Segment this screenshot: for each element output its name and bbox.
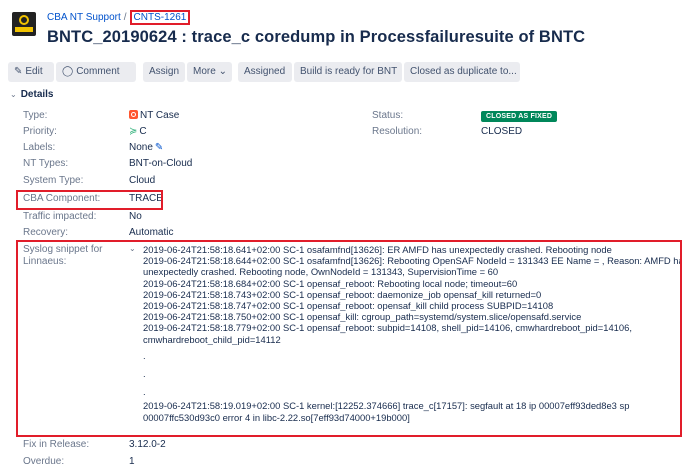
resolution-label: Resolution:	[372, 126, 423, 137]
recovery-value: Automatic	[129, 227, 174, 238]
chevron-down-icon: ⌄	[218, 66, 227, 77]
priority-value-text: C	[139, 126, 147, 137]
nt-case-type-icon	[129, 110, 138, 119]
comment-button-label: Comment	[76, 66, 120, 77]
breadcrumb-issue-key-link[interactable]: CNTS-1261	[129, 10, 191, 25]
details-heading: Details	[20, 89, 54, 100]
syslog-line: 2019-06-24T21:58:18.747+02:00 SC-1 opens…	[143, 300, 554, 312]
traffic-impacted-label: Traffic impacted:	[23, 211, 97, 222]
type-value: NT Case	[129, 110, 179, 121]
syslog-snippet: 2019-06-24T21:58:18.641+02:00 SC-1 osafa…	[143, 244, 682, 423]
nt-types-value: BNT-on-Cloud	[129, 158, 193, 169]
syslog-ellipsis-dot: .	[143, 386, 146, 398]
priority-label: Priority:	[23, 126, 57, 137]
type-value-text: NT Case	[140, 110, 180, 121]
resolution-value: CLOSED	[481, 126, 523, 137]
syslog-line: 2019-06-24T21:58:18.743+02:00 SC-1 opens…	[143, 288, 542, 300]
labels-value-text: None	[129, 142, 153, 153]
syslog-line: cmwhardreboot_child_pid=14112	[143, 333, 281, 345]
syslog-line: 2019-06-24T21:58:18.779+02:00 SC-1 opens…	[143, 322, 632, 334]
syslog-line: 2019-06-24T21:58:18.641+02:00 SC-1 osafa…	[143, 244, 612, 255]
issue-header: CBA NT Support / CNTS-1261 BNTC_20190624 :…	[0, 0, 682, 56]
syslog-ellipsis-dot: .	[143, 349, 146, 361]
comment-icon: ◯	[62, 66, 74, 77]
fix-in-release-value: 3.12.0-2	[129, 439, 166, 450]
syslog-line: 2019-06-24T21:58:18.644+02:00 SC-1 osafa…	[143, 255, 682, 267]
breadcrumb: CBA NT Support / CNTS-1261	[47, 10, 191, 25]
issue-title: BNTC_20190624 : trace_c coredump in Proc…	[47, 28, 586, 46]
cba-component-value: TRACE	[129, 193, 163, 204]
overdue-label: Overdue:	[23, 456, 65, 467]
pencil-icon: ✎	[14, 66, 23, 77]
syslog-collapse-icon[interactable]: ⌄	[129, 244, 136, 253]
more-button[interactable]: More ⌄	[187, 62, 232, 82]
status-label: Status:	[372, 110, 404, 121]
syslog-label-line1: Syslog snippet for	[23, 244, 103, 255]
build-ready-transition-button[interactable]: Build is ready for BNT	[294, 62, 402, 82]
details-section-toggle[interactable]: ⌄ Details	[10, 89, 54, 100]
edit-button[interactable]: ✎ Edit	[8, 62, 54, 82]
chevron-down-icon: ⌄	[10, 90, 17, 99]
breadcrumb-separator: /	[123, 12, 127, 23]
fix-in-release-label: Fix in Release:	[23, 439, 90, 450]
syslog-label-line2: Linnaeus:	[23, 256, 67, 267]
cba-component-label: CBA Component:	[23, 193, 101, 204]
pencil-edit-icon[interactable]: ✎	[155, 142, 163, 153]
overdue-value: 1	[129, 456, 135, 467]
system-type-value: Cloud	[129, 175, 156, 186]
type-label: Type:	[23, 110, 48, 121]
more-button-label: More	[193, 66, 216, 77]
syslog-line: unexpectedly crashed. Rebooting node, Ow…	[143, 266, 499, 278]
syslog-ellipsis-dot: .	[143, 368, 146, 380]
traffic-impacted-value: No	[129, 211, 142, 222]
closed-duplicate-transition-button[interactable]: Closed as duplicate to...	[404, 62, 520, 82]
syslog-line: 2019-06-24T21:58:19.019+02:00 SC-1 kerne…	[143, 400, 630, 412]
priority-low-icon: ≽	[129, 126, 138, 137]
status-badge[interactable]: CLOSED AS FIXED	[481, 111, 558, 122]
assigned-transition-button[interactable]: Assigned	[238, 62, 292, 82]
breadcrumb-project-link[interactable]: CBA NT Support	[47, 12, 121, 23]
syslog-line: 2019-06-24T21:58:18.684+02:00 SC-1 opens…	[143, 277, 518, 289]
syslog-line: 00007ffc530d93c0 error 4 in libc-2.22.so…	[143, 411, 410, 423]
project-avatar-icon[interactable]	[12, 12, 36, 36]
comment-button[interactable]: ◯ Comment	[56, 62, 136, 82]
priority-value: ≽ C	[129, 126, 147, 137]
assign-button[interactable]: Assign	[143, 62, 185, 82]
labels-value[interactable]: None ✎	[129, 142, 163, 153]
system-type-label: System Type:	[23, 175, 84, 186]
edit-button-label: Edit	[25, 66, 43, 77]
nt-types-label: NT Types:	[23, 158, 69, 169]
recovery-label: Recovery:	[23, 227, 69, 238]
labels-label: Labels:	[23, 142, 56, 153]
syslog-line: 2019-06-24T21:58:18.750+02:00 SC-1 opens…	[143, 311, 582, 323]
